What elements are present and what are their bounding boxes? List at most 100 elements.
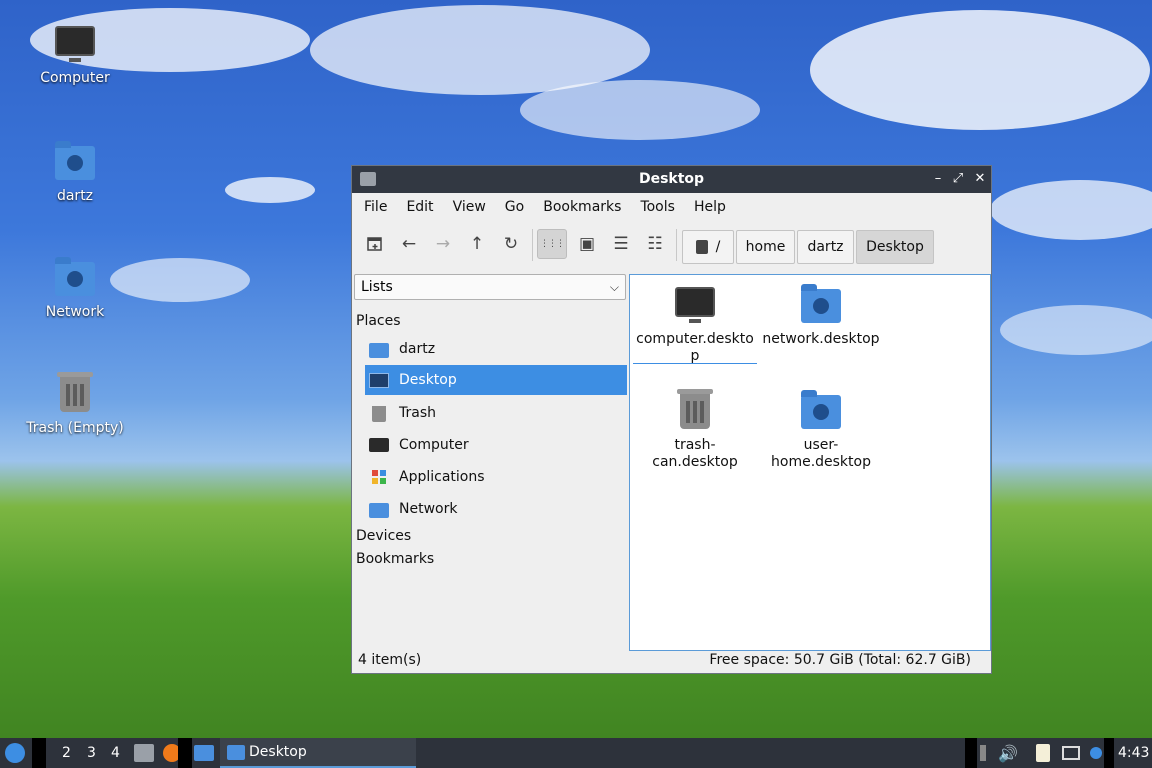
start-menu-button[interactable] bbox=[5, 738, 27, 768]
drive-icon bbox=[695, 240, 708, 254]
sidebar-item-trash[interactable]: Trash bbox=[365, 398, 627, 428]
menu-bar: File Edit View Go Bookmarks Tools Help bbox=[352, 193, 991, 221]
view-thumbnails-button[interactable]: ▣ bbox=[572, 229, 602, 259]
minimize-button[interactable]: – bbox=[930, 171, 946, 187]
title-bar[interactable]: Desktop – ⤢ ✕ bbox=[352, 166, 991, 193]
file-name-cont: can.desktop bbox=[652, 454, 738, 470]
chevron-down-icon: ⌵ bbox=[609, 280, 619, 294]
file-view[interactable]: computer.deskto p network.desktop trash-… bbox=[629, 274, 991, 651]
menu-file[interactable]: File bbox=[356, 199, 395, 215]
file-item-trash[interactable]: trash- can.desktop bbox=[633, 389, 757, 471]
file-name-cont: home.desktop bbox=[771, 454, 871, 470]
trash-icon bbox=[53, 372, 97, 416]
sidebar-item-label: Network bbox=[399, 501, 458, 517]
view-icons-button[interactable]: ⋮⋮⋮ bbox=[537, 229, 567, 259]
view-compact-button[interactable]: ☰ bbox=[606, 229, 636, 259]
file-item-computer[interactable]: computer.deskto p bbox=[633, 283, 757, 364]
devices-header[interactable]: Devices bbox=[356, 528, 411, 544]
path-root-button[interactable]: / bbox=[682, 230, 734, 264]
new-tab-button[interactable] bbox=[360, 229, 390, 259]
item-count: 4 item(s) bbox=[358, 652, 422, 668]
show-desktop-button[interactable] bbox=[194, 738, 214, 768]
path-root-label: / bbox=[715, 239, 721, 255]
desktop-icon bbox=[369, 371, 389, 389]
sidebar-item-label: Trash bbox=[399, 405, 436, 421]
desktop-icon-home[interactable]: dartz bbox=[15, 140, 135, 204]
path-segment-desktop[interactable]: Desktop bbox=[856, 230, 934, 264]
file-name: network.desktop bbox=[762, 331, 880, 347]
file-name: trash- bbox=[674, 437, 716, 453]
path-segment-home[interactable]: home bbox=[736, 230, 795, 264]
sidebar-item-label: Computer bbox=[399, 437, 469, 453]
home-folder-icon bbox=[799, 389, 843, 431]
trash-icon bbox=[369, 404, 389, 422]
workspace-4[interactable]: 4 bbox=[111, 738, 120, 768]
file-manager-window: Desktop – ⤢ ✕ File Edit View Go Bookmark… bbox=[351, 165, 992, 674]
sidebar-mode-select[interactable]: Lists ⌵ bbox=[354, 274, 626, 300]
applications-icon bbox=[369, 468, 389, 486]
back-button[interactable]: ← bbox=[394, 229, 424, 259]
file-name-cont: p bbox=[690, 348, 700, 364]
menu-go[interactable]: Go bbox=[497, 199, 532, 215]
app-menu-icon bbox=[5, 743, 25, 763]
workspace-2[interactable]: 2 bbox=[62, 738, 71, 768]
sidebar-item-computer[interactable]: Computer bbox=[365, 430, 627, 460]
sidebar-item-desktop[interactable]: Desktop bbox=[365, 365, 627, 395]
update-notifier-icon[interactable] bbox=[1090, 738, 1102, 768]
new-tab-icon bbox=[367, 237, 382, 251]
reload-button[interactable]: ↻ bbox=[496, 229, 526, 259]
computer-icon bbox=[369, 436, 389, 454]
desktop-icon-label: Computer bbox=[40, 70, 110, 86]
home-folder-icon bbox=[369, 340, 389, 358]
forward-button[interactable]: → bbox=[428, 229, 458, 259]
menu-help[interactable]: Help bbox=[686, 199, 734, 215]
view-detailed-button[interactable]: ☷ bbox=[640, 229, 670, 259]
clipboard-icon[interactable] bbox=[1036, 738, 1050, 768]
clock[interactable]: 4:43 bbox=[1118, 738, 1149, 768]
file-name: computer.deskto bbox=[636, 331, 754, 347]
network-folder-icon bbox=[369, 500, 389, 518]
desktop-icon-trash[interactable]: Trash (Empty) bbox=[15, 372, 135, 436]
desktop-icon-computer[interactable]: Computer bbox=[15, 22, 135, 86]
maximize-button[interactable]: ⤢ bbox=[950, 171, 966, 187]
close-button[interactable]: ✕ bbox=[972, 171, 988, 187]
desktop-icon-label: dartz bbox=[56, 188, 94, 204]
sidebar-item-applications[interactable]: Applications bbox=[365, 462, 627, 492]
network-folder-icon bbox=[53, 256, 97, 300]
workspace-3[interactable]: 3 bbox=[87, 738, 96, 768]
home-folder-icon bbox=[53, 140, 97, 184]
task-desktop[interactable]: Desktop bbox=[220, 738, 416, 768]
desktop-icon-label: Network bbox=[45, 304, 105, 320]
menu-edit[interactable]: Edit bbox=[398, 199, 441, 215]
desktop-icon-label: Trash (Empty) bbox=[26, 420, 124, 436]
up-button[interactable]: ↑ bbox=[462, 229, 492, 259]
file-name: user- bbox=[803, 437, 839, 453]
file-item-network[interactable]: network.desktop bbox=[759, 283, 883, 348]
file-item-user-home[interactable]: user- home.desktop bbox=[759, 389, 883, 471]
taskbar: 2 3 4 Desktop 🔊 4:43 bbox=[0, 738, 1152, 768]
sidebar-item-network[interactable]: Network bbox=[365, 494, 627, 524]
network-folder-icon bbox=[799, 283, 843, 325]
computer-icon bbox=[53, 22, 97, 66]
menu-tools[interactable]: Tools bbox=[632, 199, 683, 215]
computer-icon bbox=[673, 283, 717, 325]
desktop-icon bbox=[194, 745, 214, 761]
free-space: Free space: 50.7 GiB (Total: 62.7 GiB) bbox=[709, 652, 971, 668]
desktop-icon-network[interactable]: Network bbox=[15, 256, 135, 320]
folder-icon bbox=[227, 744, 245, 760]
sidebar-item-dartz[interactable]: dartz bbox=[365, 334, 627, 364]
network-status-icon[interactable] bbox=[1062, 738, 1080, 768]
menu-bookmarks[interactable]: Bookmarks bbox=[535, 199, 629, 215]
sidebar-mode-value: Lists bbox=[361, 279, 393, 295]
trash-icon bbox=[673, 389, 717, 431]
file-manager-launcher[interactable] bbox=[134, 738, 154, 768]
places-header: Places bbox=[356, 313, 401, 329]
volume-icon[interactable]: 🔊 bbox=[998, 738, 1018, 768]
sidebar-item-label: dartz bbox=[399, 341, 436, 357]
sidebar-item-label: Applications bbox=[399, 469, 485, 485]
menu-view[interactable]: View bbox=[445, 199, 494, 215]
file-manager-icon bbox=[134, 744, 154, 762]
path-segment-dartz[interactable]: dartz bbox=[797, 230, 854, 264]
bookmarks-header[interactable]: Bookmarks bbox=[356, 551, 434, 567]
task-label: Desktop bbox=[249, 744, 307, 760]
